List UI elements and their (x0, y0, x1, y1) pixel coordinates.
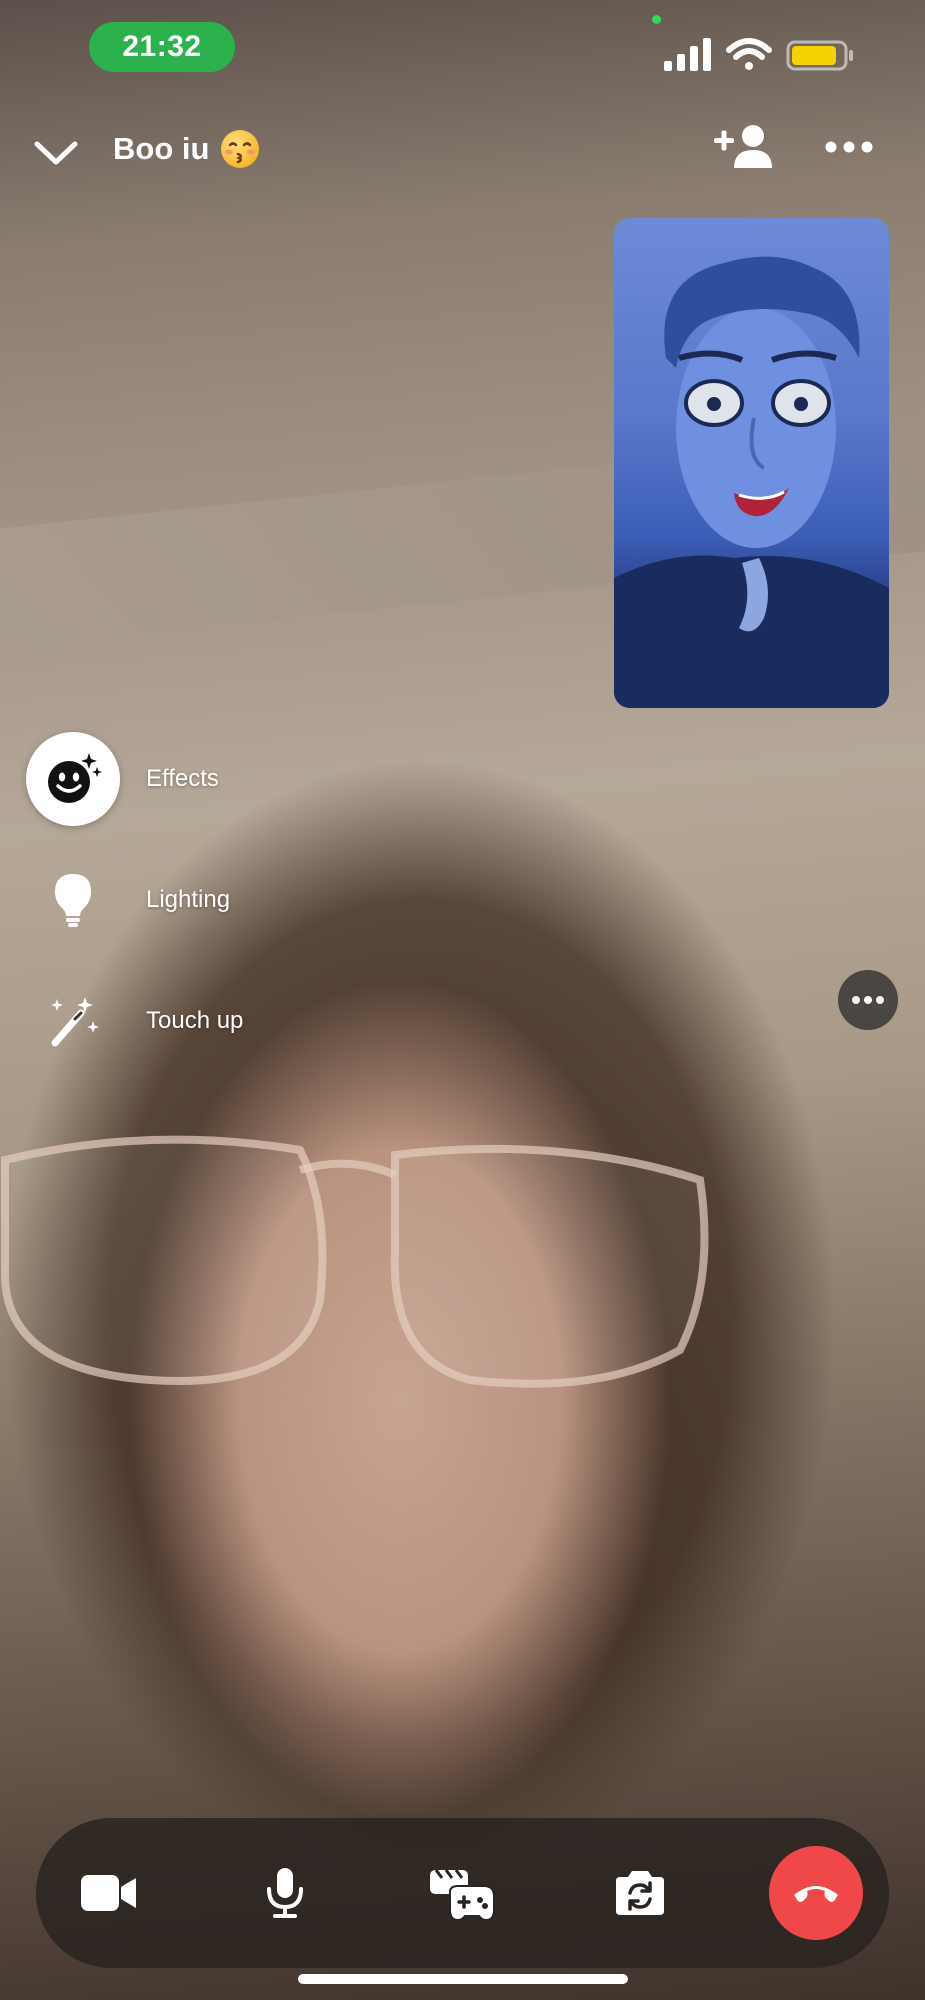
flip-camera-icon (616, 1871, 664, 1915)
camera-in-use-dot (652, 15, 661, 24)
chevron-down-icon[interactable] (33, 138, 79, 168)
add-person-icon[interactable] (712, 122, 776, 172)
more-horizontal-icon (852, 996, 884, 1004)
contact-name-text: Boo iu (113, 131, 210, 166)
contact-name[interactable]: Boo iu (113, 130, 260, 168)
menu-item-lighting[interactable]: Lighting (26, 853, 230, 947)
eyeglasses-shape (1, 1135, 709, 1388)
menu-item-effects[interactable]: Effects (26, 732, 219, 826)
smiley-sparkle-icon (48, 753, 102, 803)
call-header: Boo iu (0, 110, 925, 190)
remote-video-thumbnail[interactable] (614, 218, 889, 708)
flip-camera-button[interactable] (593, 1846, 687, 1940)
menu-item-touch-up[interactable]: Touch up (26, 974, 243, 1068)
video-toggle-button[interactable] (62, 1846, 156, 1940)
call-controls-bar (36, 1818, 889, 1968)
status-icons (664, 38, 853, 71)
wifi-icon (726, 38, 772, 70)
kissing-face-emoji (221, 130, 260, 168)
status-bar: 21:32 (0, 0, 925, 100)
lighting-button[interactable] (26, 853, 120, 947)
end-call-icon (794, 1886, 838, 1902)
touch-up-label: Touch up (146, 1007, 244, 1034)
end-call-button[interactable] (769, 1846, 863, 1940)
touch-up-button[interactable] (26, 974, 120, 1068)
battery-icon (786, 40, 853, 71)
more-horizontal-icon[interactable] (825, 140, 873, 154)
video-camera-icon (81, 1875, 136, 1911)
signal-icon (664, 38, 711, 71)
side-more-button[interactable] (838, 970, 898, 1030)
microphone-icon (267, 1868, 303, 1918)
remote-participant-avatar (614, 256, 889, 708)
microphone-button[interactable] (238, 1846, 332, 1940)
effects-button[interactable] (26, 732, 120, 826)
time-pill[interactable]: 21:32 (89, 22, 235, 72)
home-indicator[interactable] (298, 1974, 628, 1984)
status-time: 21:32 (122, 30, 202, 63)
effects-label: Effects (146, 765, 219, 792)
games-icon (430, 1869, 495, 1922)
lighting-label: Lighting (146, 886, 231, 913)
lightbulb-icon (55, 874, 91, 927)
games-button[interactable] (416, 1846, 510, 1940)
magic-wand-icon (51, 997, 99, 1047)
